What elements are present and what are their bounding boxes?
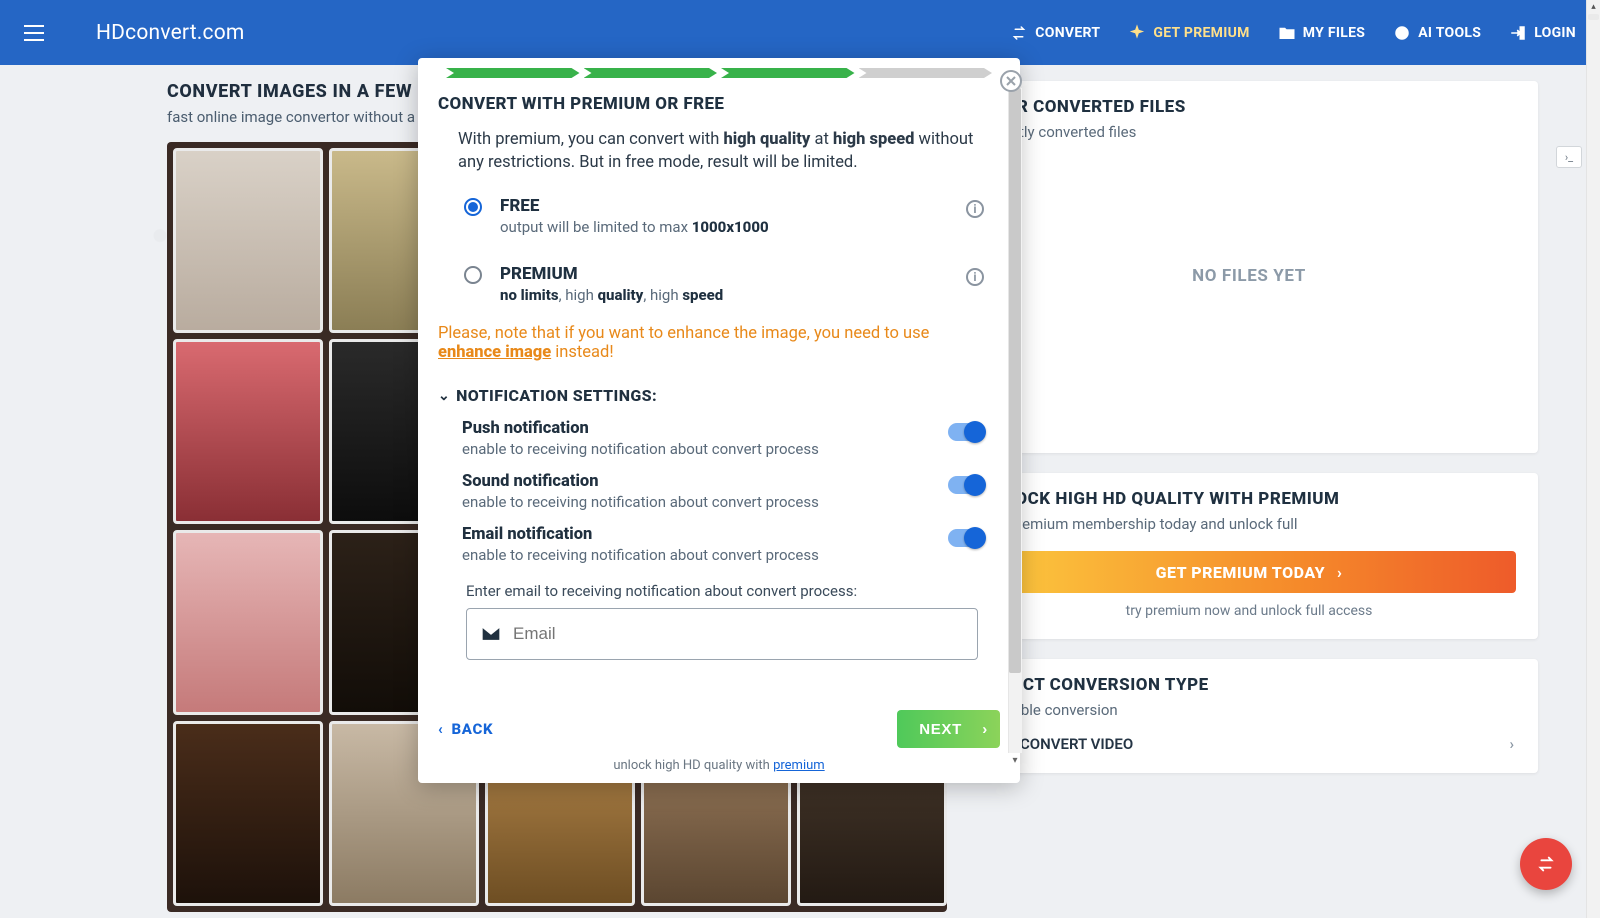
back-label: BACK	[451, 720, 493, 738]
scrollbar-thumb[interactable]	[1009, 88, 1021, 673]
option-premium-title: PREMIUM	[500, 264, 723, 284]
option-free-title: FREE	[500, 196, 769, 216]
scrollbar-thumb[interactable]	[1588, 14, 1599, 20]
enhance-image-link[interactable]: enhance image	[438, 343, 551, 362]
notification-settings-label: NOTIFICATION SETTINGS:	[456, 386, 657, 405]
convert-options-modal: CONVERT WITH PREMIUM OR FREE With premiu…	[418, 58, 1020, 783]
progress-segment	[859, 68, 993, 78]
wizard-progress	[418, 58, 1020, 78]
option-premium-sub: no limits, high quality, high speed	[500, 286, 723, 304]
mail-icon	[481, 626, 501, 642]
email-input-label: Enter email to receiving notification ab…	[438, 568, 1000, 608]
convert-fab[interactable]	[1520, 838, 1572, 890]
swap-icon	[1535, 853, 1557, 875]
scroll-down-icon[interactable]: ▾	[1010, 755, 1020, 767]
devtools-badge[interactable]: ›_	[1556, 146, 1582, 168]
chevron-down-icon: ⌄	[438, 388, 450, 404]
option-free-sub: output will be limited to max 1000x1000	[500, 218, 769, 236]
sound-desc: enable to receiving notification about c…	[462, 493, 994, 511]
option-premium[interactable]: PREMIUM no limits, high quality, high sp…	[438, 242, 1000, 310]
email-toggle[interactable]	[948, 529, 984, 547]
next-label: NEXT	[919, 721, 962, 738]
enhance-warning: Please, note that if you want to enhance…	[438, 310, 1000, 362]
chevron-right-icon: ›	[982, 721, 988, 738]
next-button[interactable]: NEXT ›	[897, 710, 1000, 748]
progress-segment	[721, 68, 855, 78]
modal-title: CONVERT WITH PREMIUM OR FREE	[438, 94, 1000, 114]
sound-toggle[interactable]	[948, 476, 984, 494]
close-button[interactable]	[1000, 70, 1022, 92]
modal-scrollbar[interactable]: ▾	[1008, 88, 1022, 753]
chevron-left-icon: ‹	[438, 720, 443, 738]
option-free[interactable]: FREE output will be limited to max 1000x…	[438, 174, 1000, 242]
page-scrollbar[interactable]: ▴	[1586, 0, 1600, 918]
scroll-up-icon[interactable]: ▴	[1587, 0, 1600, 14]
progress-segment	[584, 68, 718, 78]
premium-link[interactable]: premium	[773, 758, 825, 773]
email-title: Email notification	[462, 525, 994, 544]
push-title: Push notification	[462, 419, 994, 438]
info-icon[interactable]: i	[966, 200, 984, 218]
back-button[interactable]: ‹ BACK	[438, 720, 493, 738]
notification-settings-header[interactable]: ⌄ NOTIFICATION SETTINGS:	[438, 386, 1000, 405]
radio-premium[interactable]	[464, 266, 482, 284]
progress-segment	[446, 68, 580, 78]
sound-notification-row: Sound notification enable to receiving n…	[438, 462, 1000, 515]
modal-description: With premium, you can convert with high …	[438, 128, 1000, 174]
radio-free[interactable]	[464, 198, 482, 216]
email-desc: enable to receiving notification about c…	[462, 546, 994, 564]
sound-title: Sound notification	[462, 472, 994, 491]
close-icon	[1006, 76, 1016, 86]
push-toggle[interactable]	[948, 423, 984, 441]
email-input-wrapper	[466, 608, 978, 660]
push-notification-row: Push notification enable to receiving no…	[438, 409, 1000, 462]
email-input[interactable]	[513, 624, 963, 644]
email-notification-row: Email notification enable to receiving n…	[438, 515, 1000, 568]
unlock-footer: unlock high HD quality with premium	[418, 758, 1020, 783]
info-icon[interactable]: i	[966, 268, 984, 286]
push-desc: enable to receiving notification about c…	[462, 440, 994, 458]
